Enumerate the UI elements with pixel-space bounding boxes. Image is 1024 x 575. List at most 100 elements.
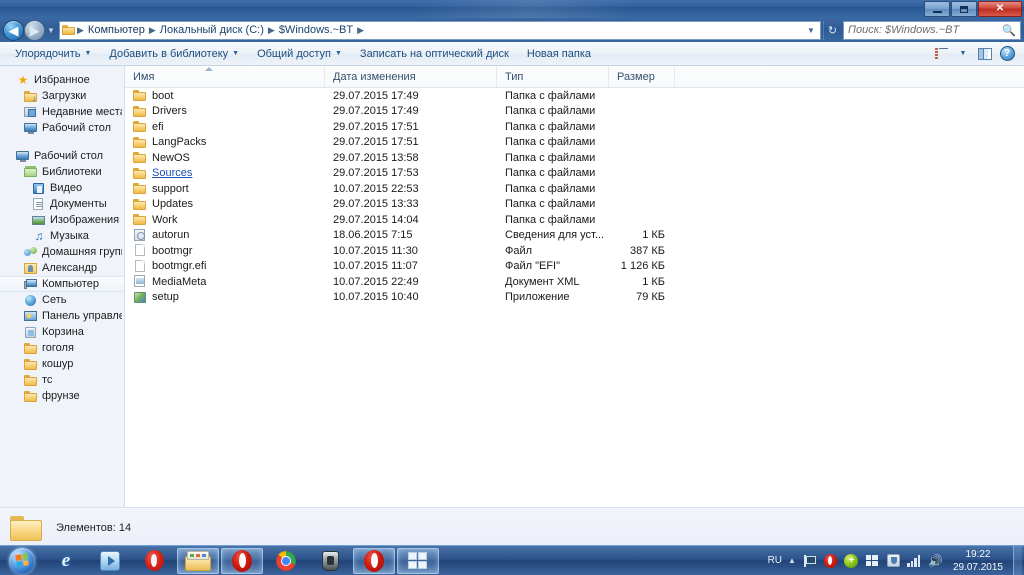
table-row[interactable]: bootmgr 10.07.2015 11:30 Файл 387 КБ [125,243,1024,259]
sidebar-item-recent-places[interactable]: Недавние места [0,104,124,120]
language-indicator[interactable]: RU [768,555,782,566]
taskbar-windows-media-player[interactable] [89,548,131,574]
table-row[interactable]: boot 29.07.2015 17:49 Папка с файлами [125,88,1024,104]
table-row[interactable]: bootmgr.efi 10.07.2015 11:07 Файл "EFI" 1 1… [125,259,1024,275]
sidebar-item-desktop-root[interactable]: Рабочий стол [0,148,124,164]
close-button[interactable]: ✕ [978,1,1022,17]
file-name-cell[interactable]: Updates [125,198,325,211]
sidebar-item-homegroup[interactable]: Домашняя группа [0,244,124,260]
title-bar[interactable]: ✕ [0,0,1024,18]
sidebar-item-libraries[interactable]: Библиотеки [0,164,124,180]
file-name-cell[interactable]: efi [125,120,325,133]
help-button[interactable]: ? [996,44,1018,64]
show-desktop-button[interactable] [1013,545,1022,575]
sidebar-item-ts[interactable]: тс [0,372,124,388]
table-row[interactable]: autorun 18.06.2015 7:15 Сведения для уст..… [125,228,1024,244]
sidebar-item-gogolya[interactable]: гоголя [0,340,124,356]
change-view-button[interactable] [930,44,952,64]
preview-pane-button[interactable] [974,44,996,64]
new-folder-button[interactable]: Новая папка [518,44,600,64]
navigation-pane[interactable]: ★ Избранное ↓ Загрузки Недавние места Ра… [0,66,125,507]
file-name-cell[interactable]: boot [125,89,325,102]
table-row[interactable]: LangPacks 29.07.2015 17:51 Папка с файлами [125,135,1024,151]
forward-button[interactable]: ▶ [24,19,45,41]
search-input[interactable]: Поиск: $Windows.~BT [848,24,1002,36]
file-name-cell[interactable]: bootmgr.efi [125,259,325,273]
table-row[interactable]: MediaMeta 10.07.2015 22:49 Документ XML 1 К… [125,274,1024,290]
minimize-button[interactable] [924,1,950,17]
file-list-pane[interactable]: Имя Дата изменения Тип Размер boot 29.07.… [125,66,1024,507]
history-dropdown-button[interactable]: ▼ [45,26,57,35]
network-signal-icon[interactable] [907,553,922,568]
share-with-button[interactable]: Общий доступ ▼ [248,44,351,64]
taskbar-get-windows-10[interactable] [397,547,439,574]
clock[interactable]: 19:22 29.07.2015 [949,548,1007,574]
maximize-button[interactable] [951,1,977,17]
sidebar-item-koshur[interactable]: кошур [0,356,124,372]
sidebar-item-documents[interactable]: Документы [0,196,124,212]
table-row[interactable]: efi 29.07.2015 17:51 Папка с файлами [125,119,1024,135]
table-row[interactable]: Drivers 29.07.2015 17:49 Папка с файлами [125,104,1024,120]
taskbar-windows-explorer[interactable] [177,547,219,574]
sidebar-item-network[interactable]: Сеть [0,292,124,308]
taskbar-opera-browser[interactable] [133,548,175,574]
file-name-cell[interactable]: autorun [125,228,325,242]
sidebar-item-desktop[interactable]: Рабочий стол [0,120,124,136]
back-button[interactable]: ◀ [3,19,24,41]
table-row[interactable]: Sources 29.07.2015 17:53 Папка с файлами [125,166,1024,182]
update-tray-icon[interactable] [844,553,859,568]
sidebar-item-video[interactable]: Видео [0,180,124,196]
refresh-button[interactable]: ↻ [823,20,841,40]
column-header-type[interactable]: Тип [497,66,609,87]
file-name-cell[interactable]: support [125,182,325,195]
sidebar-item-aleksandr[interactable]: Александр [0,260,124,276]
add-to-library-button[interactable]: Добавить в библиотеку ▼ [100,44,248,64]
file-name-cell[interactable]: bootmgr [125,244,325,257]
taskbar-opera-window[interactable] [221,547,263,574]
breadcrumb-item-computer[interactable]: Компьютер [85,24,148,36]
file-name-cell[interactable]: setup [125,291,325,304]
organize-button[interactable]: Упорядочить ▼ [6,44,100,64]
file-name-cell[interactable]: Sources [125,167,325,180]
column-header-size[interactable]: Размер [609,66,675,87]
breadcrumb-item-windows-bt[interactable]: $Windows.~BT [276,24,356,36]
sidebar-item-music[interactable]: ♫ Музыка [0,228,124,244]
taskbar-google-chrome[interactable] [265,548,307,574]
start-button[interactable] [0,547,44,575]
column-header-name[interactable]: Имя [125,66,325,87]
file-name-cell[interactable]: NewOS [125,151,325,164]
file-name-label: Sources [152,167,193,180]
volume-icon[interactable]: 🔊 [928,553,943,568]
show-hidden-icons-button[interactable]: ▲ [788,556,796,565]
table-row[interactable]: NewOS 29.07.2015 13:58 Папка с файлами [125,150,1024,166]
flag-action-center-icon[interactable] [802,553,817,568]
sidebar-item-downloads[interactable]: ↓ Загрузки [0,88,124,104]
windows-tray-icon[interactable] [865,553,880,568]
sidebar-item-favorites[interactable]: ★ Избранное [0,72,124,88]
sidebar-item-computer[interactable]: Компьютер [0,276,124,292]
table-row[interactable]: Updates 29.07.2015 13:33 Папка с файлами [125,197,1024,213]
column-header-date-modified[interactable]: Дата изменения [325,66,497,87]
taskbar-opera-window-2[interactable] [353,547,395,574]
breadcrumb-item-local-disk[interactable]: Локальный диск (C:) [157,24,267,36]
burn-to-disc-button[interactable]: Записать на оптический диск [351,44,518,64]
taskbar-internet-explorer[interactable]: e [45,548,87,574]
table-row[interactable]: setup 10.07.2015 10:40 Приложение 79 КБ [125,290,1024,306]
sidebar-item-control-panel[interactable]: Панель управления [0,308,124,324]
opera-tray-icon[interactable] [823,553,838,568]
file-name-cell[interactable]: Drivers [125,105,325,118]
file-name-cell[interactable]: LangPacks [125,136,325,149]
sidebar-item-recycle-bin[interactable]: Корзина [0,324,124,340]
security-tray-icon[interactable] [886,553,901,568]
file-name-cell[interactable]: Work [125,213,325,226]
table-row[interactable]: support 10.07.2015 22:53 Папка с файлами [125,181,1024,197]
table-row[interactable]: Work 29.07.2015 14:04 Папка с файлами [125,212,1024,228]
sidebar-item-pictures[interactable]: Изображения [0,212,124,228]
address-bar[interactable]: ▶ Компьютер ▶ Локальный диск (C:) ▶ $Win… [59,20,821,40]
address-dropdown-button[interactable]: ▼ [804,26,818,35]
file-name-cell[interactable]: MediaMeta [125,275,325,288]
sidebar-item-frunze[interactable]: фрунзе [0,388,124,404]
view-dropdown-button[interactable]: ▼ [952,44,974,64]
search-box[interactable]: Поиск: $Windows.~BT 🔍 [843,20,1021,40]
taskbar-world-of-tanks[interactable] [309,548,351,574]
